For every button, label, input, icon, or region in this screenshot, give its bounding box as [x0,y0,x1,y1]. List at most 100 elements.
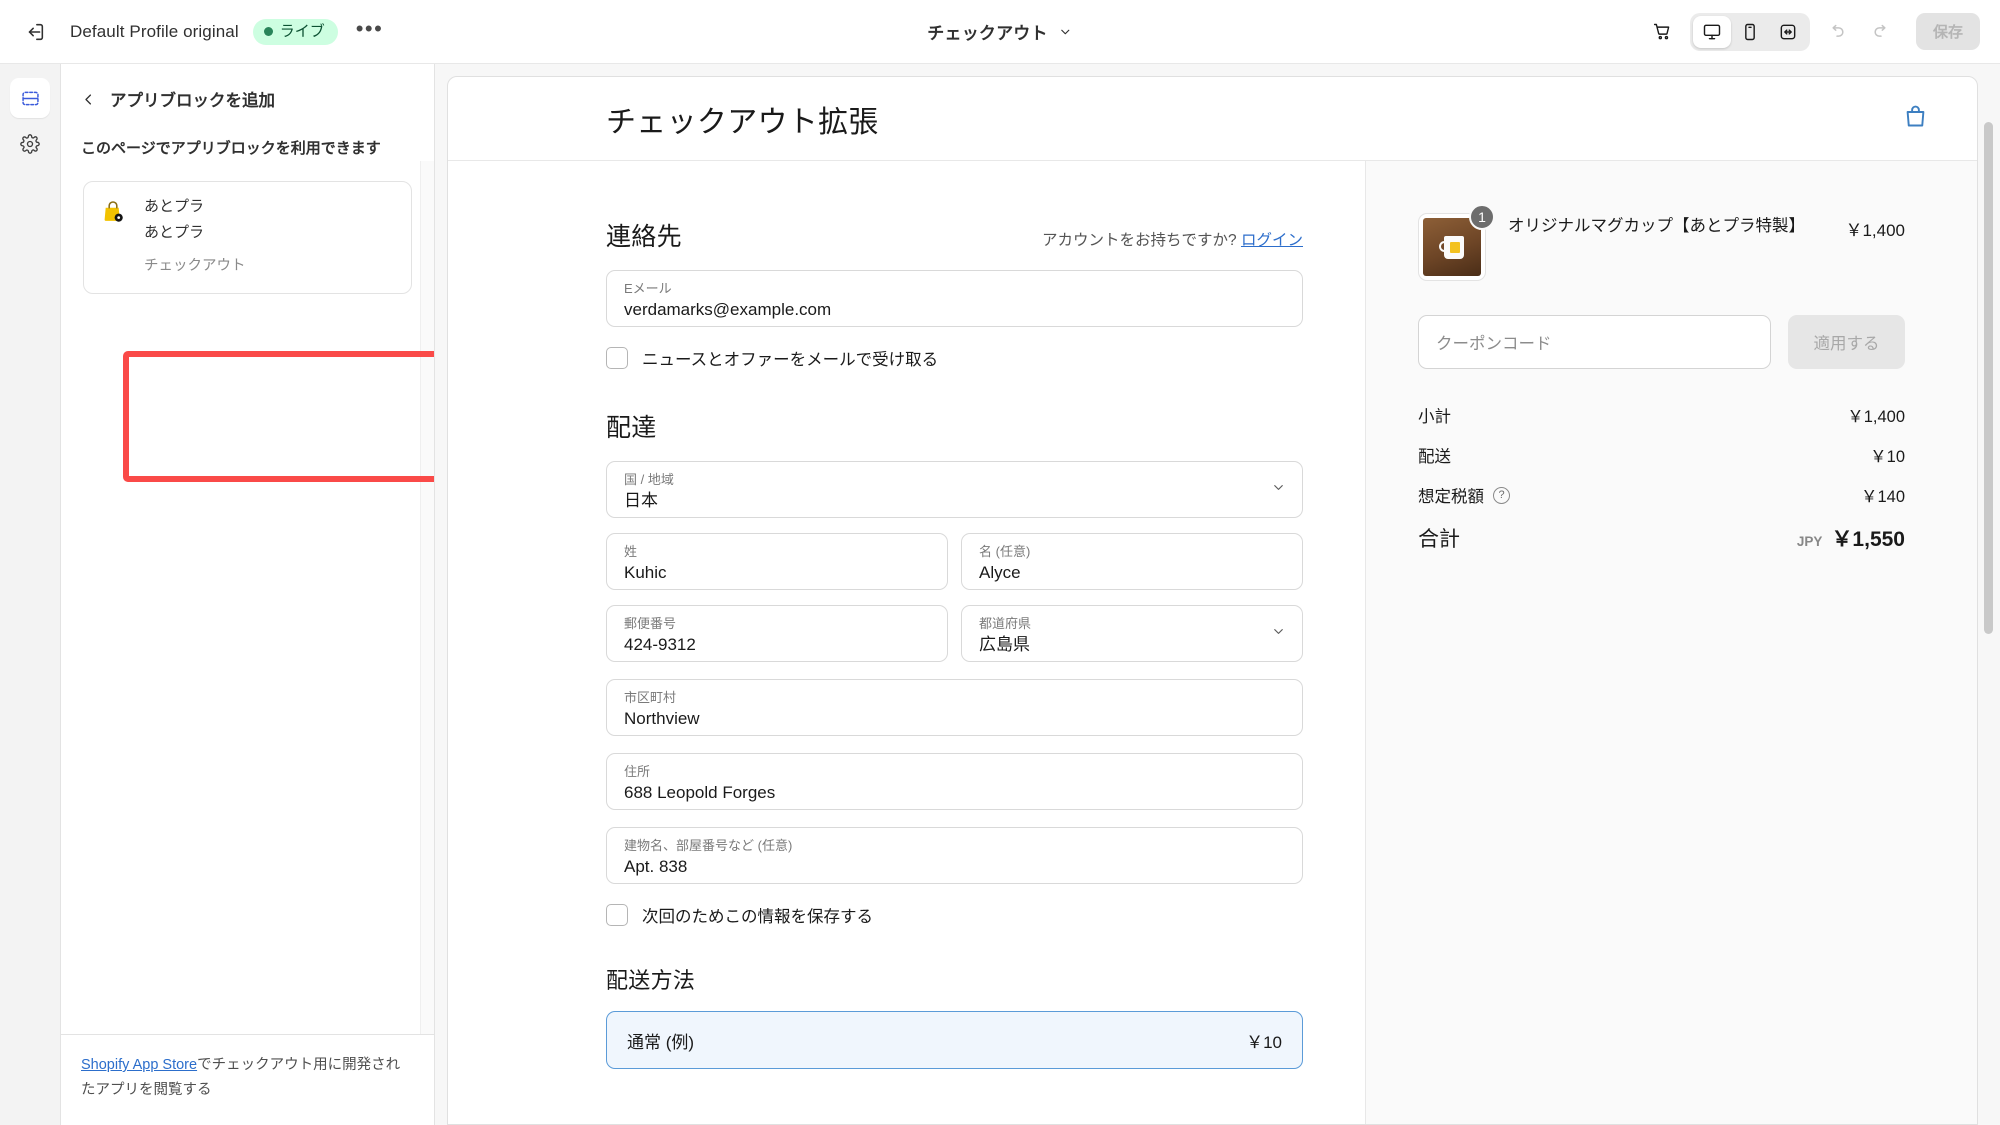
name-fields-row: 姓 Kuhic 名 (任意) Alyce [606,533,1303,590]
sidebar-scroll-area: あとプラ あとプラ チェックアウト [61,161,434,1034]
product-name: オリジナルマグカップ【あとプラ特製】 [1508,217,1805,235]
product-thumbnail-wrap: 1 [1418,204,1495,281]
sections-icon[interactable] [10,78,50,118]
mug-icon [1438,235,1466,259]
profile-name: Default Profile original [70,21,239,41]
address-field[interactable]: 住所 688 Leopold Forges [606,753,1303,810]
order-line-item: 1 オリジナルマグカップ【あとプラ特製】 ￥1,400 [1418,204,1905,281]
mug-image [1423,218,1481,276]
shopify-app-store-link[interactable]: Shopify App Store [81,1057,197,1073]
help-icon[interactable]: ? [1493,486,1510,504]
newsletter-checkbox-row[interactable]: ニュースとオファーをメールで受け取る [606,346,1303,370]
postal-prefecture-row: 郵便番号 424-9312 都道府県 広島県 [606,605,1303,662]
coupon-input[interactable]: クーポンコード [1418,315,1771,369]
first-name-field[interactable]: 名 (任意) Alyce [961,533,1303,590]
shopping-bag-icon[interactable] [1902,103,1929,135]
tax-label: 想定税額 [1418,488,1484,506]
email-value: verdamarks@example.com [624,300,832,319]
address-value: 688 Leopold Forges [624,783,776,802]
shipping-method-title: 配送方法 [606,968,696,993]
shop-title: チェックアウト拡張 [606,105,879,139]
email-label: Eメール [624,281,672,296]
save-button[interactable]: 保存 [1915,13,1980,50]
city-field[interactable]: 市区町村 Northview [606,679,1303,736]
country-select[interactable]: 国 / 地域 日本 [606,461,1303,518]
exit-icon[interactable] [18,15,52,49]
quantity-badge: 1 [1469,204,1495,230]
main-body: アプリブロックを追加 このページでアプリブロックを利用できます あとプラ あとプ… [0,64,2000,1125]
currency-code: JPY [1796,534,1823,549]
app-block-texts: あとプラ あとプラ チェックアウト [144,196,246,277]
tax-label-group: 想定税額 ? [1418,483,1510,507]
chevron-down-icon [1271,480,1286,500]
toolbar-left-group: Default Profile original ライブ ••• [0,15,387,49]
gear-icon[interactable] [10,124,50,164]
apartment-field[interactable]: 建物名、部屋番号など (任意) Apt. 838 [606,827,1303,884]
save-info-checkbox-row[interactable]: 次回のためこの情報を保存する [606,903,1303,927]
apartment-label: 建物名、部屋番号など (任意) [624,838,793,853]
page-selector-label: チェックアウト [927,24,1048,43]
prefecture-value: 広島県 [979,635,1030,654]
login-link[interactable]: ログイン [1241,232,1303,249]
shipping-option-name: 通常 (例) [627,1032,695,1052]
order-summary-column: 1 オリジナルマグカップ【あとプラ特製】 ￥1,400 クーポンコード 適用する… [1365,161,1977,1124]
checkout-form-column: 連絡先 アカウントをお持ちですか? ログイン Eメール verdamarks@e… [448,161,1365,1124]
newsletter-checkbox[interactable] [606,347,628,369]
app-blocks-sidebar: アプリブロックを追加 このページでアプリブロックを利用できます あとプラ あとプ… [61,64,435,1125]
newsletter-label: ニュースとオファーをメールで受け取る [642,351,939,369]
coupon-apply-button[interactable]: 適用する [1788,315,1905,369]
city-label: 市区町村 [624,690,677,705]
preview-columns: 連絡先 アカウントをお持ちですか? ログイン Eメール verdamarks@e… [448,161,1977,1124]
email-field[interactable]: Eメール verdamarks@example.com [606,270,1303,327]
shipping-total-label: 配送 [1418,448,1451,466]
last-name-field[interactable]: 姓 Kuhic [606,533,948,590]
tax-value: ￥140 [1860,488,1905,506]
viewport-fullwidth-button[interactable] [1769,16,1807,48]
undo-icon[interactable] [1820,15,1854,49]
checkout-form: 連絡先 アカウントをお持ちですか? ログイン Eメール verdamarks@e… [606,217,1303,1069]
viewport-desktop-button[interactable] [1692,15,1731,48]
prefecture-select[interactable]: 都道府県 広島県 [961,605,1303,662]
grand-total-group: JPY ￥1,550 [1797,523,1905,553]
app-bag-icon [100,196,130,277]
postal-code-value: 424-9312 [624,635,696,654]
grand-total-value: ￥1,550 [1831,528,1905,551]
country-label: 国 / 地域 [624,472,674,487]
totals-row: 想定税額 ? ￥140 [1418,483,1905,507]
first-name-label: 名 (任意) [979,544,1031,559]
save-info-checkbox[interactable] [606,904,628,926]
app-block-name: あとプラ [144,198,205,215]
account-prompt-text: アカウントをお持ちですか? [1042,232,1237,249]
status-badge-label: ライブ [279,22,325,40]
sidebar-footer: Shopify App Storeでチェックアウト用に開発されたアプリを閲覧する [61,1034,434,1125]
shipping-option[interactable]: 通常 (例) ￥10 [606,1011,1303,1069]
preview-container: チェックアウト拡張 連絡先 アカウントをお持ちですか? ログイン Eメール ve… [435,64,2000,1125]
checkout-preview: チェックアウト拡張 連絡先 アカウントをお持ちですか? ログイン Eメール ve… [447,76,1978,1125]
page-selector[interactable]: チェックアウト [927,19,1072,44]
more-options-button[interactable]: ••• [352,17,388,47]
status-badge: ライブ [252,18,338,45]
first-name-value: Alyce [979,563,1021,582]
preview-scrollbar-thumb[interactable] [1984,122,1993,634]
grand-total-label: 合計 [1418,528,1460,551]
contact-section-header: 連絡先 アカウントをお持ちですか? ログイン [606,217,1303,253]
app-block-item[interactable]: あとプラ あとプラ チェックアウト [83,181,412,294]
subtotal-value: ￥1,400 [1847,408,1905,426]
coupon-row: クーポンコード 適用する [1418,315,1905,369]
postal-code-field[interactable]: 郵便番号 424-9312 [606,605,948,662]
totals-list: 小計 ￥1,400 配送 ￥10 想定税額 ? ￥140 合計 JPY ￥1,5… [1418,403,1905,553]
app-block-app: あとプラ [144,224,205,241]
totals-row: 配送 ￥10 [1418,443,1905,467]
viewport-switcher [1689,12,1810,51]
contact-title: 連絡先 [606,223,682,251]
last-name-label: 姓 [624,544,638,559]
sidebar-scrollbar[interactable] [420,161,434,1034]
subtotal-label: 小計 [1418,408,1451,426]
redo-icon[interactable] [1864,15,1898,49]
apartment-value: Apt. 838 [624,857,688,876]
viewport-mobile-button[interactable] [1731,16,1769,48]
country-value: 日本 [624,491,658,510]
product-price: ￥1,400 [1845,221,1905,240]
chevron-left-icon[interactable] [81,92,96,107]
cart-icon[interactable] [1646,15,1680,49]
